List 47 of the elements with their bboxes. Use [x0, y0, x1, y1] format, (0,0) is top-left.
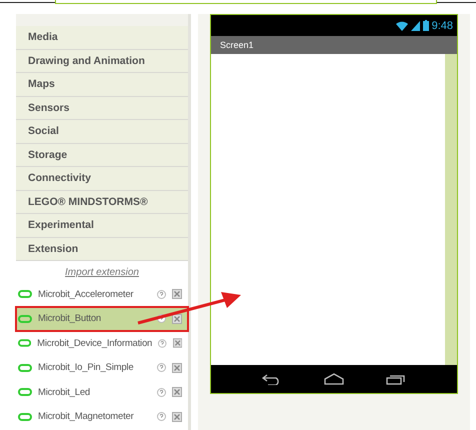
toggle-icon	[18, 364, 32, 372]
extension-item[interactable]: Microbit_Button	[16, 306, 188, 331]
delete-icon[interactable]	[172, 338, 182, 348]
palette-category[interactable]: Experimental	[16, 214, 188, 238]
toggle-icon	[18, 314, 32, 323]
toggle-icon	[18, 388, 32, 396]
delete-icon[interactable]	[172, 314, 182, 324]
status-time: 9:48	[432, 20, 453, 32]
palette-category[interactable]: Extension	[16, 238, 188, 261]
toggle-icon	[18, 290, 32, 298]
palette-category[interactable]: Social	[16, 120, 188, 144]
extension-item[interactable]: Microbit_Io_Pin_Simple	[16, 356, 188, 380]
help-icon[interactable]	[157, 412, 166, 422]
delete-icon[interactable]	[172, 289, 182, 300]
extension-name: Microbit_Button	[38, 313, 102, 324]
recent-apps-icon[interactable]	[386, 373, 406, 385]
palette-category[interactable]: Connectivity	[16, 167, 188, 190]
palette-category[interactable]: Storage	[16, 144, 188, 167]
extension-name: Microbit_Accelerometer	[38, 288, 134, 300]
extension-item[interactable]: Microbit_Led	[16, 380, 188, 404]
extension-name: Microbit_Led	[38, 386, 91, 398]
help-icon[interactable]	[157, 363, 166, 372]
palette-category[interactable]: LEGO® MINDSTORMS®	[16, 190, 188, 214]
extension-item[interactable]: Microbit_Device_Information	[16, 331, 188, 356]
palette-category[interactable]: Media	[16, 26, 188, 50]
palette-category[interactable]: Maps	[16, 73, 188, 96]
signal-icon	[410, 20, 420, 30]
help-icon[interactable]	[157, 388, 166, 397]
help-icon[interactable]	[158, 338, 167, 348]
import-extension-link[interactable]: Import extension	[65, 267, 139, 278]
palette-category[interactable]: Drawing and Animation	[16, 50, 188, 73]
extension-item[interactable]: Microbit_Accelerometer	[16, 282, 188, 306]
wifi-icon	[396, 20, 408, 30]
extension-name: Microbit_Io_Pin_Simple	[38, 362, 134, 374]
toggle-icon	[18, 412, 32, 421]
battery-icon	[422, 20, 429, 31]
delete-icon[interactable]	[172, 412, 182, 422]
palette-category[interactable]: Sensors	[16, 96, 188, 120]
toggle-icon	[18, 339, 32, 348]
help-icon[interactable]	[157, 290, 166, 299]
screen-title: Screen1	[211, 36, 457, 54]
delete-icon[interactable]	[172, 387, 182, 398]
extension-item[interactable]: Microbit_Magnetometer	[16, 404, 188, 429]
home-icon[interactable]	[324, 373, 344, 385]
extension-name: Microbit_Device_Information	[37, 338, 152, 349]
delete-icon[interactable]	[172, 362, 182, 373]
extension-name: Microbit_Magnetometer	[38, 411, 135, 422]
